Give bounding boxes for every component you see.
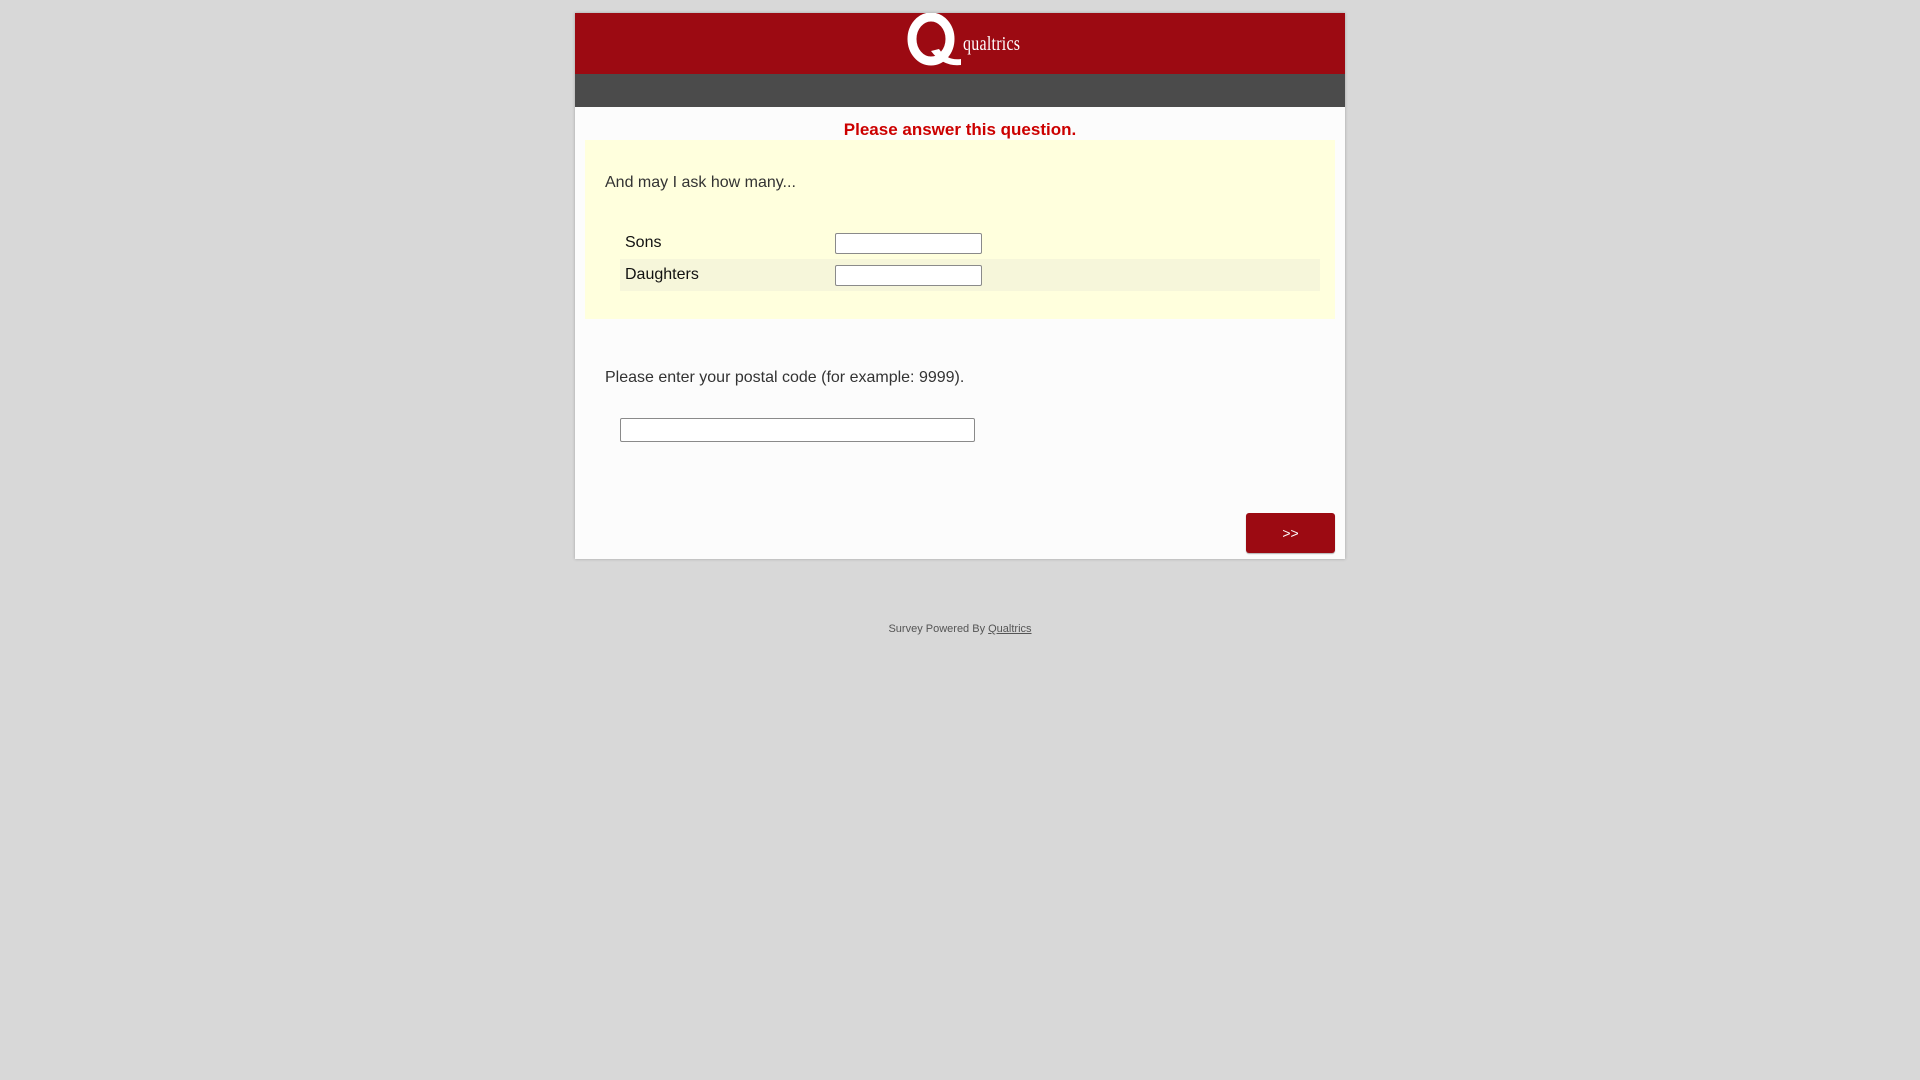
navigation-bar: >> xyxy=(575,442,1345,559)
qualtrics-link[interactable]: Qualtrics xyxy=(988,623,1031,635)
daughters-input[interactable] xyxy=(835,264,982,286)
question-block-postal: Please enter your postal code (for examp… xyxy=(575,319,1345,442)
next-button[interactable]: >> xyxy=(1246,513,1335,553)
postal-question-text: Please enter your postal code (for examp… xyxy=(605,369,965,386)
survey-container: qualtrics Please answer this question. A… xyxy=(575,13,1345,559)
postal-code-input[interactable] xyxy=(620,418,975,442)
sons-input[interactable] xyxy=(835,232,982,254)
q-logo-icon xyxy=(907,13,961,66)
daughters-label: Daughters xyxy=(625,266,699,283)
header-subbar xyxy=(575,74,1345,107)
sons-label: Sons xyxy=(625,234,662,251)
question-block-children: And may I ask how many... Sons Daughters xyxy=(585,140,1335,319)
question-text: And may I ask how many... xyxy=(605,174,796,191)
footer-prefix: Survey Powered By xyxy=(888,623,989,635)
form-row-daughters: Daughters xyxy=(620,259,1320,291)
qualtrics-logo: qualtrics xyxy=(903,13,1023,74)
form-field-table: Sons Daughters xyxy=(620,227,1320,291)
validation-error: Please answer this question. xyxy=(843,120,1077,139)
footer: Survey Powered By Qualtrics xyxy=(575,623,1345,635)
logo-wordmark: qualtrics xyxy=(963,33,1021,55)
form-row-sons: Sons xyxy=(620,227,1320,259)
header-bar: qualtrics xyxy=(575,13,1345,74)
